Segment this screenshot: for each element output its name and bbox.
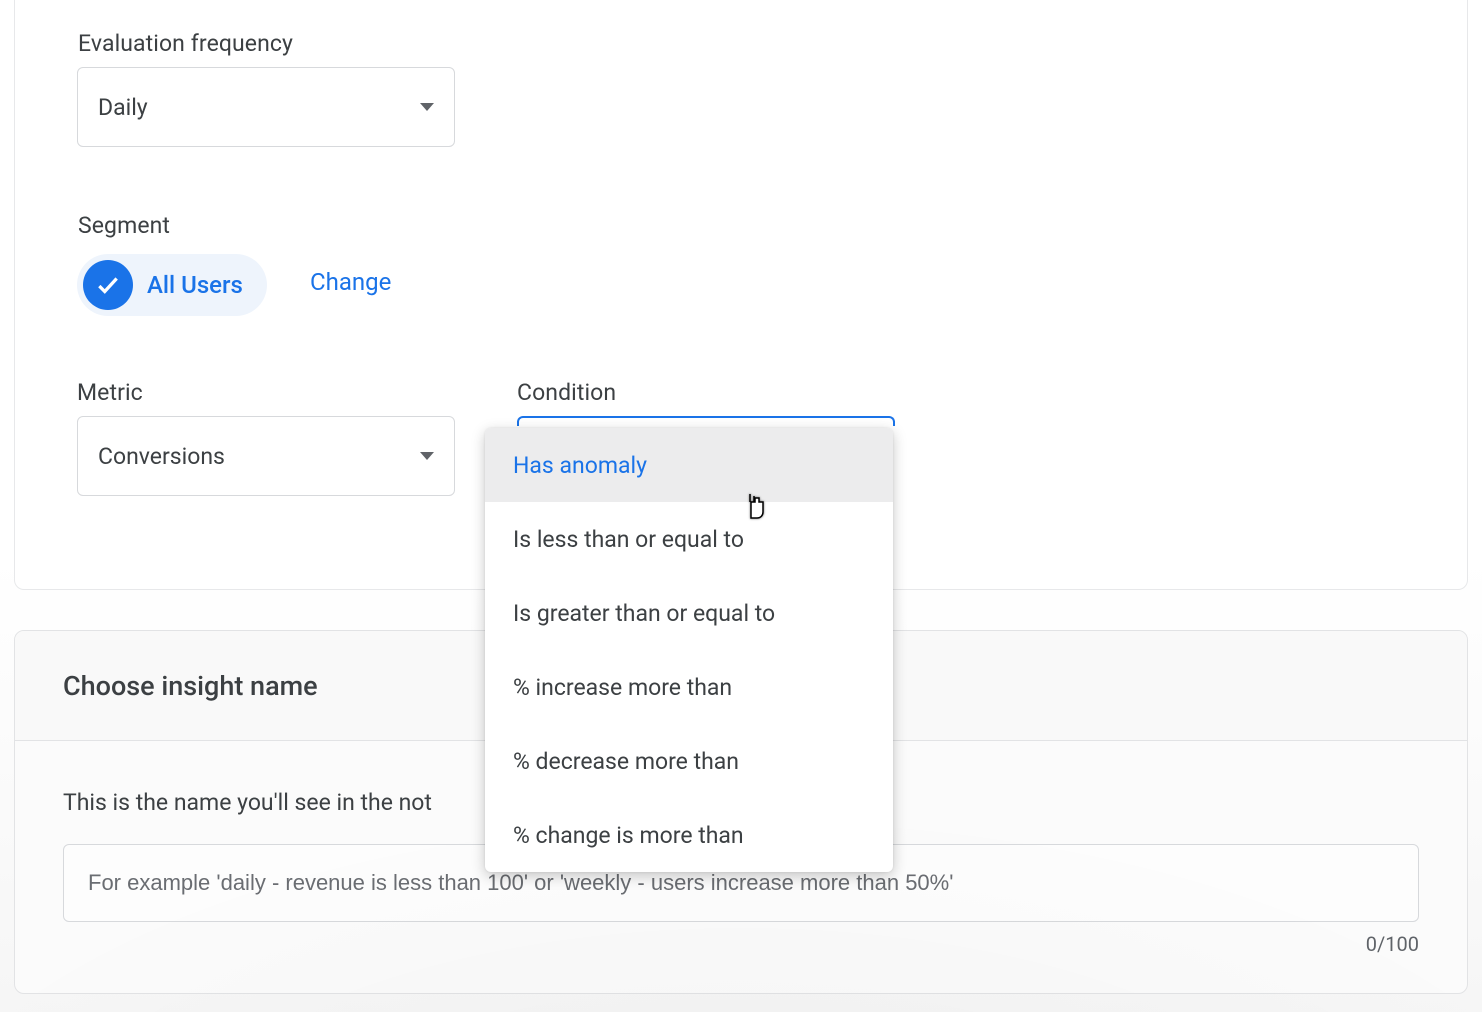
segment-chip-label: All Users (147, 271, 243, 299)
condition-option[interactable]: % decrease more than (485, 724, 893, 798)
evaluation-frequency-value: Daily (98, 94, 148, 121)
segment-label: Segment (78, 212, 170, 239)
condition-option[interactable]: Is greater than or equal to (485, 576, 893, 650)
description-left: This is the name you'll see in the not (63, 789, 432, 816)
insight-name-counter: 0/100 (63, 932, 1419, 956)
metric-label: Metric (77, 379, 143, 406)
evaluation-frequency-label: Evaluation frequency (78, 30, 293, 57)
condition-label: Condition (517, 379, 616, 406)
condition-option[interactable]: Has anomaly (485, 428, 893, 502)
condition-dropdown-menu: Has anomalyIs less than or equal toIs gr… (485, 428, 893, 872)
insight-name-title: Choose insight name (63, 670, 318, 702)
chevron-down-icon (420, 452, 434, 460)
chevron-down-icon (420, 103, 434, 111)
metric-value: Conversions (98, 443, 225, 470)
condition-select[interactable] (517, 416, 895, 426)
metric-select[interactable]: Conversions (77, 416, 455, 496)
condition-option[interactable]: % increase more than (485, 650, 893, 724)
segment-change-link[interactable]: Change (310, 268, 391, 296)
evaluation-frequency-select[interactable]: Daily (77, 67, 455, 147)
condition-option[interactable]: % change is more than (485, 798, 893, 872)
segment-chip-all-users[interactable]: All Users (77, 254, 267, 316)
check-icon (83, 260, 133, 310)
condition-option[interactable]: Is less than or equal to (485, 502, 893, 576)
